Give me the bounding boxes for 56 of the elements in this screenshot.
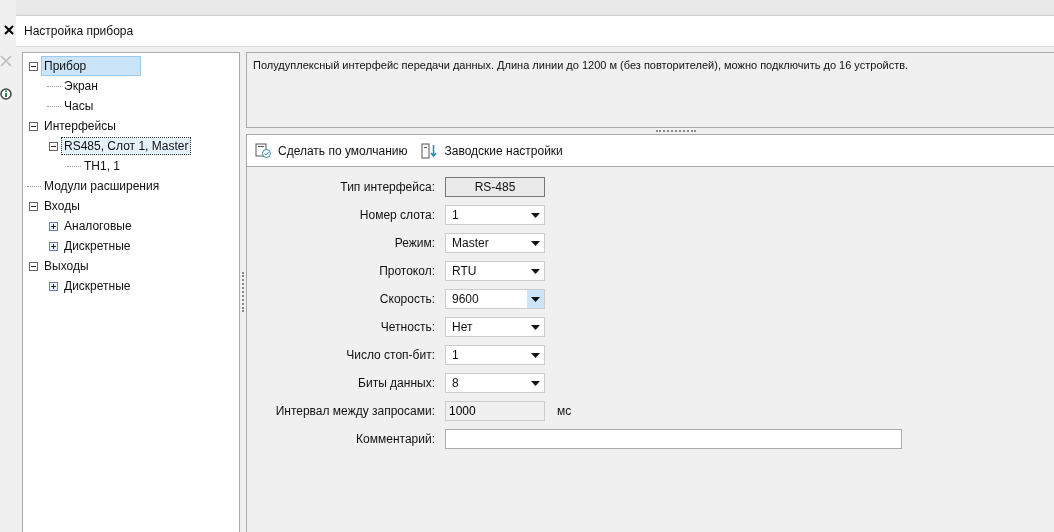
caret-icon [531,324,540,330]
field-label: Четность: [379,319,435,336]
window-title: Настройка прибора [24,24,135,38]
dropdown[interactable]: Master [445,233,545,253]
field-label: Тип интерфейса: [339,179,435,196]
dropdown[interactable]: 8 [445,373,545,393]
tree-item[interactable]: Прибор [41,56,141,76]
tree-item[interactable]: Выходы [41,257,92,275]
tree-item[interactable]: Дискретные [61,277,134,295]
field-label: Протокол: [378,263,435,280]
tree-item[interactable]: Модули расширения [41,177,163,195]
field-label: Число стоп-бит: [345,347,435,364]
dropdown[interactable]: 1 [445,205,545,225]
expand-icon[interactable] [49,241,58,251]
factory-settings-button[interactable]: Заводские настройки [419,140,565,161]
set-default-button[interactable]: Сделать по умолчанию [253,140,410,161]
collapse-icon[interactable] [49,141,58,151]
expand-icon[interactable] [49,281,58,291]
tree-item[interactable]: RS485, Слот 1, Master [61,137,192,155]
description-text: Полудуплексный интерфейс передачи данных. Длина линии до 1200 м (без повторителей), можно подключить до 16 устройств. [253,59,909,71]
tree-item[interactable]: Дискретные [61,237,134,255]
tree-item[interactable]: Часы [61,97,97,115]
caret-icon [531,268,540,274]
dropdown[interactable]: 1 [445,345,545,365]
caret-icon [531,212,540,218]
interval-field[interactable]: 1000 [445,401,545,421]
field-label: Номер слота: [358,207,435,224]
expand-icon[interactable] [49,221,58,231]
collapse-icon[interactable] [29,201,38,211]
field-label: Биты данных: [357,375,435,392]
dropdown[interactable]: Нет [445,317,545,337]
field-label: Комментарий: [355,431,435,448]
info-icon [0,88,12,100]
tree-item[interactable]: ТН1, 1 [81,157,123,175]
caret-icon [531,240,540,246]
field-label: Интервал между запросами: [274,403,435,420]
collapse-icon[interactable] [29,61,38,71]
tree-item[interactable]: Входы [41,197,83,215]
field-label: Режим: [393,235,435,252]
caret-icon [531,352,540,358]
tree-item[interactable]: Экран [61,77,101,95]
comment-field[interactable] [445,429,902,449]
download-arrow-icon [421,142,439,159]
document-check-icon [255,142,272,159]
caret-icon [531,380,540,386]
collapse-icon[interactable] [29,261,38,271]
interface-type-field: RS-485 [445,177,545,197]
collapse-icon[interactable] [29,121,38,131]
dropdown[interactable]: 9600 [445,289,545,309]
tree-item[interactable]: Интерфейсы [41,117,119,135]
unit-label: мс [557,404,572,418]
close-icon[interactable] [4,25,14,35]
caret-icon [531,296,540,302]
dropdown[interactable]: RTU [445,261,545,281]
field-label: Скорость: [378,291,435,308]
tree-item[interactable]: Аналоговые [61,217,135,235]
